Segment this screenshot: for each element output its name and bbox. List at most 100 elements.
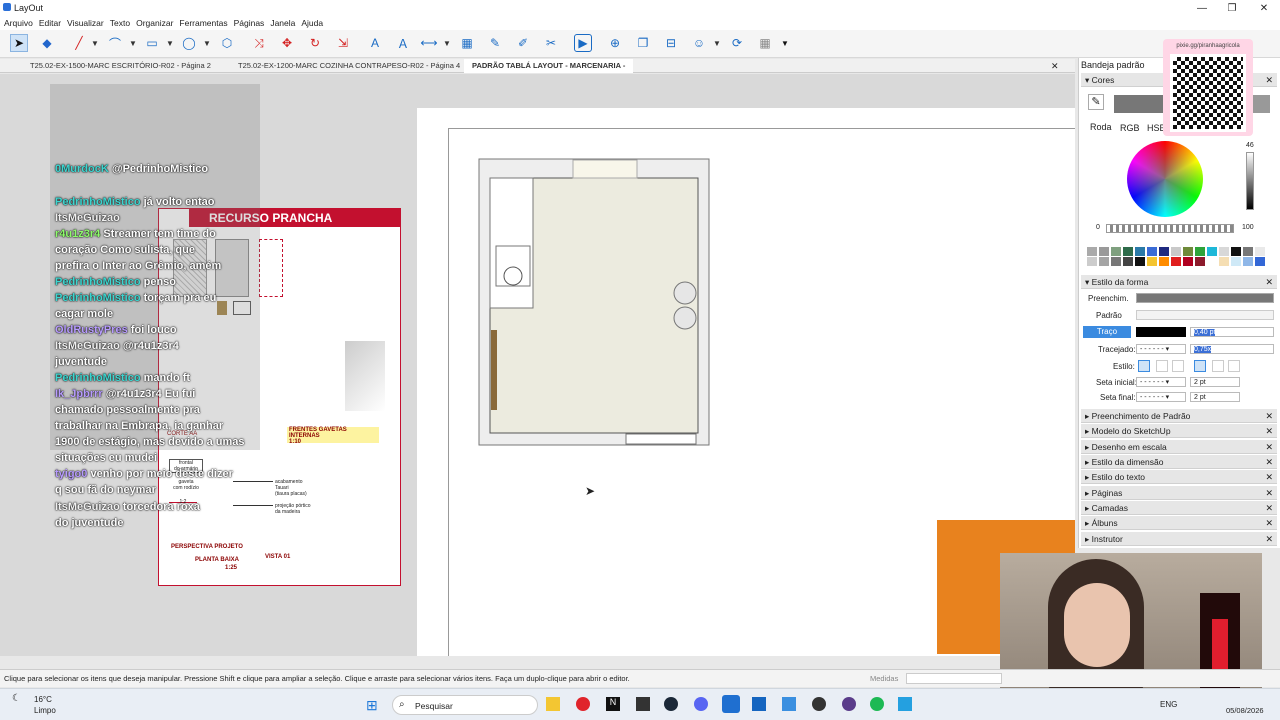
start-arrow-dropdown[interactable]: - - - - - - ▾ bbox=[1136, 377, 1186, 387]
menu-editar[interactable]: Editar bbox=[39, 18, 61, 28]
split-tool-icon[interactable]: ✂ bbox=[542, 34, 560, 52]
language-indicator[interactable]: ENG bbox=[1160, 700, 1177, 709]
app-icon[interactable] bbox=[898, 697, 912, 711]
menu-janela[interactable]: Janela bbox=[270, 18, 295, 28]
circle-tool-icon[interactable]: ◯ bbox=[180, 34, 198, 52]
app-icon[interactable] bbox=[842, 697, 856, 711]
chevron-down-icon[interactable]: ▼ bbox=[776, 34, 794, 52]
maximize-button[interactable]: ❐ bbox=[1216, 0, 1248, 16]
color-swatch[interactable] bbox=[1183, 247, 1193, 256]
layout-app-icon[interactable] bbox=[722, 695, 740, 713]
color-swatch[interactable] bbox=[1171, 247, 1181, 256]
calendar-icon[interactable] bbox=[636, 697, 650, 711]
close-section-icon[interactable]: ✕ bbox=[1265, 532, 1273, 546]
close-section-icon[interactable]: ✕ bbox=[1265, 501, 1273, 515]
notepad-icon[interactable] bbox=[782, 697, 796, 711]
stroke-color-swatch[interactable] bbox=[1136, 327, 1186, 337]
traco-toggle[interactable]: Traço bbox=[1083, 326, 1131, 338]
arc-tool-icon[interactable]: ⌒ bbox=[106, 34, 124, 52]
section-modelo-sketchup[interactable]: ▸ Modelo do SketchUp ✕ bbox=[1081, 424, 1277, 438]
close-section-icon[interactable]: ✕ bbox=[1265, 440, 1273, 454]
color-swatch[interactable] bbox=[1087, 257, 1097, 266]
cap-style-icon[interactable] bbox=[1138, 360, 1150, 372]
color-swatch[interactable] bbox=[1111, 257, 1121, 266]
rectangle-tool-icon[interactable]: ▭ bbox=[143, 34, 161, 52]
dimension-tool-icon[interactable]: ⟷ bbox=[420, 34, 438, 52]
close-section-icon[interactable]: ✕ bbox=[1265, 470, 1273, 484]
close-tab-icon[interactable]: ✕ bbox=[1051, 59, 1059, 73]
text-tool-icon[interactable]: A bbox=[366, 34, 384, 52]
section-desenho-escala[interactable]: ▸ Desenho em escala ✕ bbox=[1081, 440, 1277, 454]
date[interactable]: 05/08/2026 bbox=[1226, 706, 1264, 715]
close-section-icon[interactable]: ✕ bbox=[1265, 424, 1273, 438]
chevron-down-icon[interactable]: ▼ bbox=[124, 34, 142, 52]
dash-scale-field[interactable]: 0,75x bbox=[1190, 344, 1274, 354]
drawing-canvas[interactable]: ➤ RECURSO PRANCHA FRENTES GAVETAS INTERN… bbox=[0, 74, 1075, 656]
color-swatch[interactable] bbox=[1243, 257, 1253, 266]
join-style-icon[interactable] bbox=[1194, 360, 1206, 372]
steam-icon[interactable] bbox=[664, 697, 678, 711]
color-swatch[interactable] bbox=[1147, 247, 1157, 256]
close-section-icon[interactable]: ✕ bbox=[1265, 486, 1273, 500]
color-swatch[interactable] bbox=[1207, 247, 1217, 256]
user-icon[interactable]: ☺ bbox=[690, 34, 708, 52]
close-button[interactable]: ✕ bbox=[1248, 0, 1280, 16]
sketchup-icon[interactable] bbox=[752, 697, 766, 711]
notion-icon[interactable]: N bbox=[606, 697, 620, 711]
obs-icon[interactable] bbox=[812, 697, 826, 711]
color-swatch[interactable] bbox=[1219, 257, 1229, 266]
color-swatch[interactable] bbox=[1159, 247, 1169, 256]
brightness-slider[interactable] bbox=[1246, 152, 1254, 210]
scale-tool-icon[interactable]: ⇲ bbox=[334, 34, 352, 52]
close-section-icon[interactable]: ✕ bbox=[1265, 455, 1273, 469]
menu-organizar[interactable]: Organizar bbox=[136, 18, 173, 28]
close-section-icon[interactable]: ✕ bbox=[1265, 275, 1273, 289]
end-arrow-dropdown[interactable]: - - - - - - ▾ bbox=[1136, 392, 1186, 402]
tab-rgb[interactable]: RGB bbox=[1120, 123, 1140, 133]
sync-icon[interactable]: ⟳ bbox=[728, 34, 746, 52]
color-swatch[interactable] bbox=[1147, 257, 1157, 266]
move-tool-icon[interactable]: ✥ bbox=[278, 34, 296, 52]
eraser-tool-icon[interactable]: ◆ bbox=[38, 34, 56, 52]
table-tool-icon[interactable]: ▦ bbox=[458, 34, 476, 52]
delete-page-icon[interactable]: ⊟ bbox=[662, 34, 680, 52]
medidas-field[interactable] bbox=[906, 673, 1002, 684]
select-tool-icon[interactable]: ➤ bbox=[10, 34, 28, 52]
color-swatch[interactable] bbox=[1219, 247, 1229, 256]
color-swatch[interactable] bbox=[1111, 247, 1121, 256]
tab-roda[interactable]: Roda bbox=[1090, 122, 1112, 132]
color-swatch[interactable] bbox=[1207, 257, 1217, 266]
section-preenchimento-padrao[interactable]: ▸ Preenchimento de Padrão ✕ bbox=[1081, 409, 1277, 423]
section-estilo-texto[interactable]: ▸ Estilo do texto ✕ bbox=[1081, 470, 1277, 484]
menu-ferramentas[interactable]: Ferramentas bbox=[179, 18, 227, 28]
section-estilo-forma[interactable]: ▾ Estilo da forma ✕ bbox=[1081, 275, 1277, 289]
paint-tool-icon[interactable]: ✐ bbox=[514, 34, 532, 52]
offset-tool-icon[interactable]: ⤨ bbox=[250, 34, 268, 52]
color-swatch[interactable] bbox=[1159, 257, 1169, 266]
search-box[interactable]: ⌕ Pesquisar bbox=[392, 695, 538, 715]
weather-desc[interactable]: Limpo bbox=[34, 706, 56, 715]
color-swatch[interactable] bbox=[1099, 247, 1109, 256]
chevron-down-icon[interactable]: ▼ bbox=[161, 34, 179, 52]
color-swatch[interactable] bbox=[1171, 257, 1181, 266]
duplicate-page-icon[interactable]: ❐ bbox=[634, 34, 652, 52]
color-swatch[interactable] bbox=[1099, 257, 1109, 266]
add-page-icon[interactable]: ⊕ bbox=[606, 34, 624, 52]
fill-swatch[interactable] bbox=[1136, 293, 1274, 303]
menu-texto[interactable]: Texto bbox=[110, 18, 130, 28]
color-swatch[interactable] bbox=[1255, 247, 1265, 256]
pattern-swatch[interactable] bbox=[1136, 310, 1274, 320]
color-swatch[interactable] bbox=[1123, 247, 1133, 256]
color-swatch[interactable] bbox=[1135, 257, 1145, 266]
menu-paginas[interactable]: Páginas bbox=[234, 18, 265, 28]
menu-visualizar[interactable]: Visualizar bbox=[67, 18, 104, 28]
chevron-down-icon[interactable]: ▼ bbox=[438, 34, 456, 52]
start-icon[interactable]: ⊞ bbox=[366, 697, 378, 714]
cap-style-icon[interactable] bbox=[1172, 360, 1184, 372]
opera-icon[interactable] bbox=[576, 697, 590, 711]
cap-style-icon[interactable] bbox=[1156, 360, 1168, 372]
section-paginas[interactable]: ▸ Páginas ✕ bbox=[1081, 486, 1277, 500]
dash-dropdown[interactable]: - - - - - - ▾ bbox=[1136, 344, 1186, 354]
color-swatch[interactable] bbox=[1123, 257, 1133, 266]
rotate-tool-icon[interactable]: ↻ bbox=[306, 34, 324, 52]
